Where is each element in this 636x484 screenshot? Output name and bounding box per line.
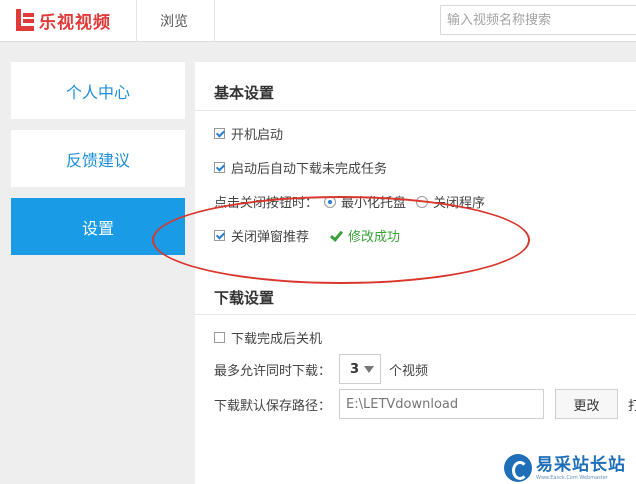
sidebar-item-feedback[interactable]: 反馈建议 <box>11 130 185 187</box>
sidebar-item-settings[interactable]: 设置 <box>11 198 185 255</box>
save-path-input[interactable] <box>339 389 545 419</box>
search-input[interactable] <box>441 6 636 34</box>
concurrent-download-row: 最多允许同时下载： 3 个视频 <box>214 354 428 384</box>
concurrent-label: 最多允许同时下载： <box>214 363 332 379</box>
close-popup-label: 关闭弹窗推荐 <box>231 230 310 245</box>
autostart-checkbox[interactable] <box>214 128 225 139</box>
change-path-button[interactable]: 更改 <box>555 389 619 419</box>
save-path-row: 下载默认保存路径： 更改 打 <box>214 389 636 419</box>
shutdown-option[interactable]: 下载完成后关机 <box>214 328 322 347</box>
sidebar-item-label: 个人中心 <box>65 82 130 102</box>
section-divider <box>195 110 636 111</box>
auto-download-label: 启动后自动下载未完成任务 <box>231 162 388 177</box>
sidebar-item-personal-center[interactable]: 个人中心 <box>11 62 185 119</box>
watermark: 易采站长站 Www.Easck.Com Webmaster <box>500 452 636 484</box>
watermark-title: 易采站长站 <box>536 454 626 475</box>
top-bar: 乐视视频 浏览 <box>0 0 636 42</box>
autostart-option[interactable]: 开机启动 <box>214 124 283 143</box>
app-name: 乐视视频 <box>39 12 111 33</box>
sidebar-item-label: 反馈建议 <box>65 150 130 170</box>
save-path-label: 下载默认保存路径： <box>214 398 332 414</box>
success-message: 修改成功 <box>329 226 400 245</box>
concurrent-select[interactable]: 3 <box>339 354 382 384</box>
concurrent-unit: 个视频 <box>389 363 429 379</box>
auto-download-option[interactable]: 启动后自动下载未完成任务 <box>214 158 387 177</box>
app-logo[interactable]: 乐视视频 <box>14 7 111 33</box>
letv-logo-icon <box>14 7 36 33</box>
download-settings-title: 下载设置 <box>214 289 275 307</box>
close-behavior-row: 点击关闭按钮时： 最小化托盘 关闭程序 <box>214 192 485 211</box>
success-text: 修改成功 <box>348 230 401 245</box>
top-divider <box>214 0 215 42</box>
close-behavior-label: 点击关闭按钮时： <box>214 196 319 211</box>
concurrent-value: 3 <box>350 361 360 377</box>
open-folder-link[interactable]: 打 <box>628 395 636 414</box>
close-popup-option[interactable]: 关闭弹窗推荐 修改成功 <box>214 226 400 245</box>
close-popup-checkbox[interactable] <box>214 230 225 241</box>
shutdown-checkbox[interactable] <box>214 332 225 343</box>
nav-browse[interactable]: 浏览 <box>160 11 188 31</box>
chevron-down-icon <box>364 365 375 373</box>
basic-settings-title: 基本设置 <box>214 84 275 102</box>
watermark-url: Www.Easck.Com Webmaster <box>536 474 608 481</box>
section-divider <box>195 314 636 315</box>
close-program-radio[interactable] <box>416 195 429 208</box>
top-divider <box>136 0 137 42</box>
sidebar-item-label: 设置 <box>81 218 114 238</box>
checkmark-icon <box>329 229 343 243</box>
watermark-logo-icon <box>504 454 532 482</box>
shutdown-label: 下载完成后关机 <box>231 332 323 347</box>
minimize-tray-label[interactable]: 最小化托盘 <box>341 192 406 211</box>
minimize-tray-radio[interactable] <box>324 195 337 208</box>
close-program-label[interactable]: 关闭程序 <box>433 192 485 211</box>
autostart-label: 开机启动 <box>231 128 284 143</box>
auto-download-checkbox[interactable] <box>214 162 225 173</box>
settings-panel: 基本设置 开机启动 启动后自动下载未完成任务 点击关闭按钮时： 最小化托盘 关闭… <box>195 62 636 484</box>
search-box <box>440 5 636 35</box>
